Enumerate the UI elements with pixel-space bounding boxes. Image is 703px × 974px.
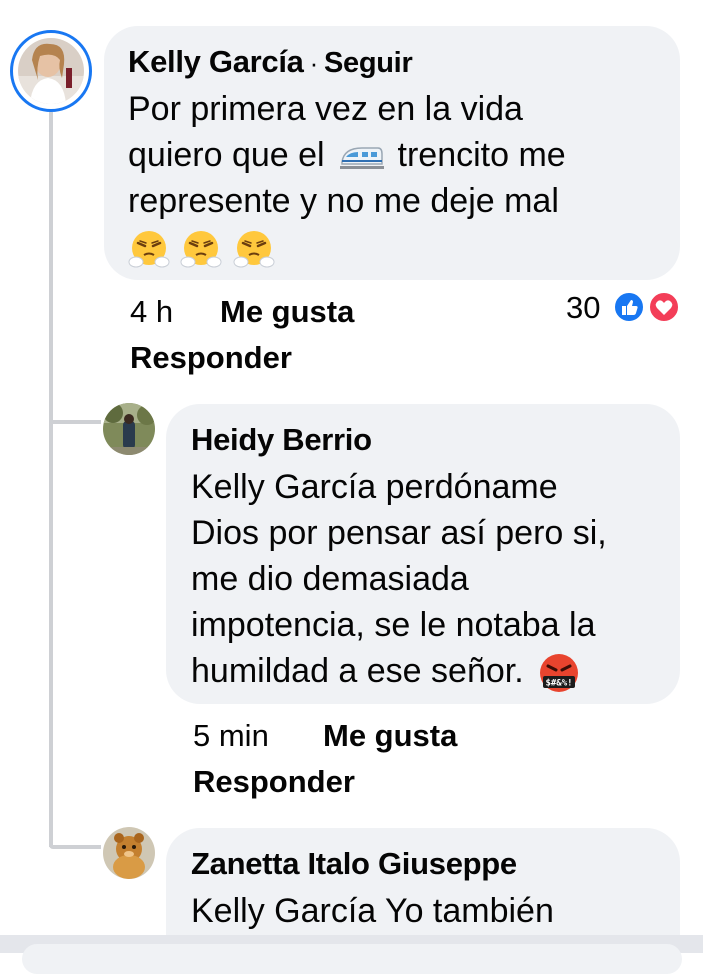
love-reaction-icon[interactable] [648, 291, 680, 323]
comment-timestamp[interactable]: 5 min [193, 718, 269, 754]
profile-photo-icon [103, 403, 155, 455]
avatar-zanetta-italo-giuseppe[interactable] [103, 827, 155, 879]
comment-text-segment: quiero que el [128, 136, 325, 174]
separator-dot: · [309, 48, 319, 78]
comment-text-segment: humildad a ese señor. [191, 652, 524, 690]
train-emoji-icon [340, 147, 385, 170]
comment-author-kelly[interactable]: Kelly García · Seguir [128, 44, 413, 80]
comment-text-line-4: impotencia, se le notaba la [191, 606, 596, 644]
comment-text-line-3: me dio demasiada [191, 560, 469, 598]
avatar-kelly-garcia[interactable] [10, 30, 92, 112]
comment-text-line-3: represente y no me deje mal [128, 182, 559, 220]
steam-from-nose-emoji-icon [233, 231, 275, 268]
thread-connector-1 [49, 420, 101, 424]
profile-photo-icon [18, 38, 84, 104]
cursing-face-emoji-icon: $#&%! [540, 654, 579, 693]
comment-text-line-2: Dios por pensar así pero si, [191, 514, 607, 552]
comment-author-heidy[interactable]: Heidy Berrio [191, 422, 372, 458]
reaction-count[interactable]: 30 [566, 290, 600, 326]
svg-text:$#&%!: $#&%! [546, 679, 573, 689]
comment-text-line-1: Kelly García Yo también [191, 892, 554, 930]
profile-photo-icon [103, 827, 155, 879]
avatar-heidy-berrio[interactable] [103, 403, 155, 455]
comment-text-segment: trencito me [397, 136, 566, 174]
reply-button[interactable]: Responder [193, 764, 355, 800]
steam-from-nose-emoji-icon [128, 231, 170, 268]
thread-connector-2 [49, 845, 101, 849]
emoji-row [128, 228, 275, 270]
like-button[interactable]: Me gusta [323, 718, 457, 754]
thread-line-vertical [49, 112, 53, 847]
follow-button[interactable]: Seguir [324, 47, 413, 79]
author-name[interactable]: Kelly García [128, 44, 304, 79]
like-button[interactable]: Me gusta [220, 294, 354, 330]
comment-timestamp[interactable]: 4 h [130, 294, 173, 330]
comment-text-line-5: humildad a ese señor. $#&%! [191, 648, 581, 695]
steam-from-nose-emoji-icon [180, 231, 222, 268]
comment-text-line-1: Kelly García perdóname [191, 468, 558, 506]
comment-text-line-1: Por primera vez en la vida [128, 90, 523, 128]
like-reaction-icon[interactable] [613, 291, 645, 323]
comment-author-zanetta[interactable]: Zanetta Italo Giuseppe [191, 846, 517, 882]
comment-text-line-2: quiero que el trencito me [128, 132, 566, 178]
comment-input-box[interactable] [22, 944, 682, 974]
reply-button[interactable]: Responder [130, 340, 292, 376]
